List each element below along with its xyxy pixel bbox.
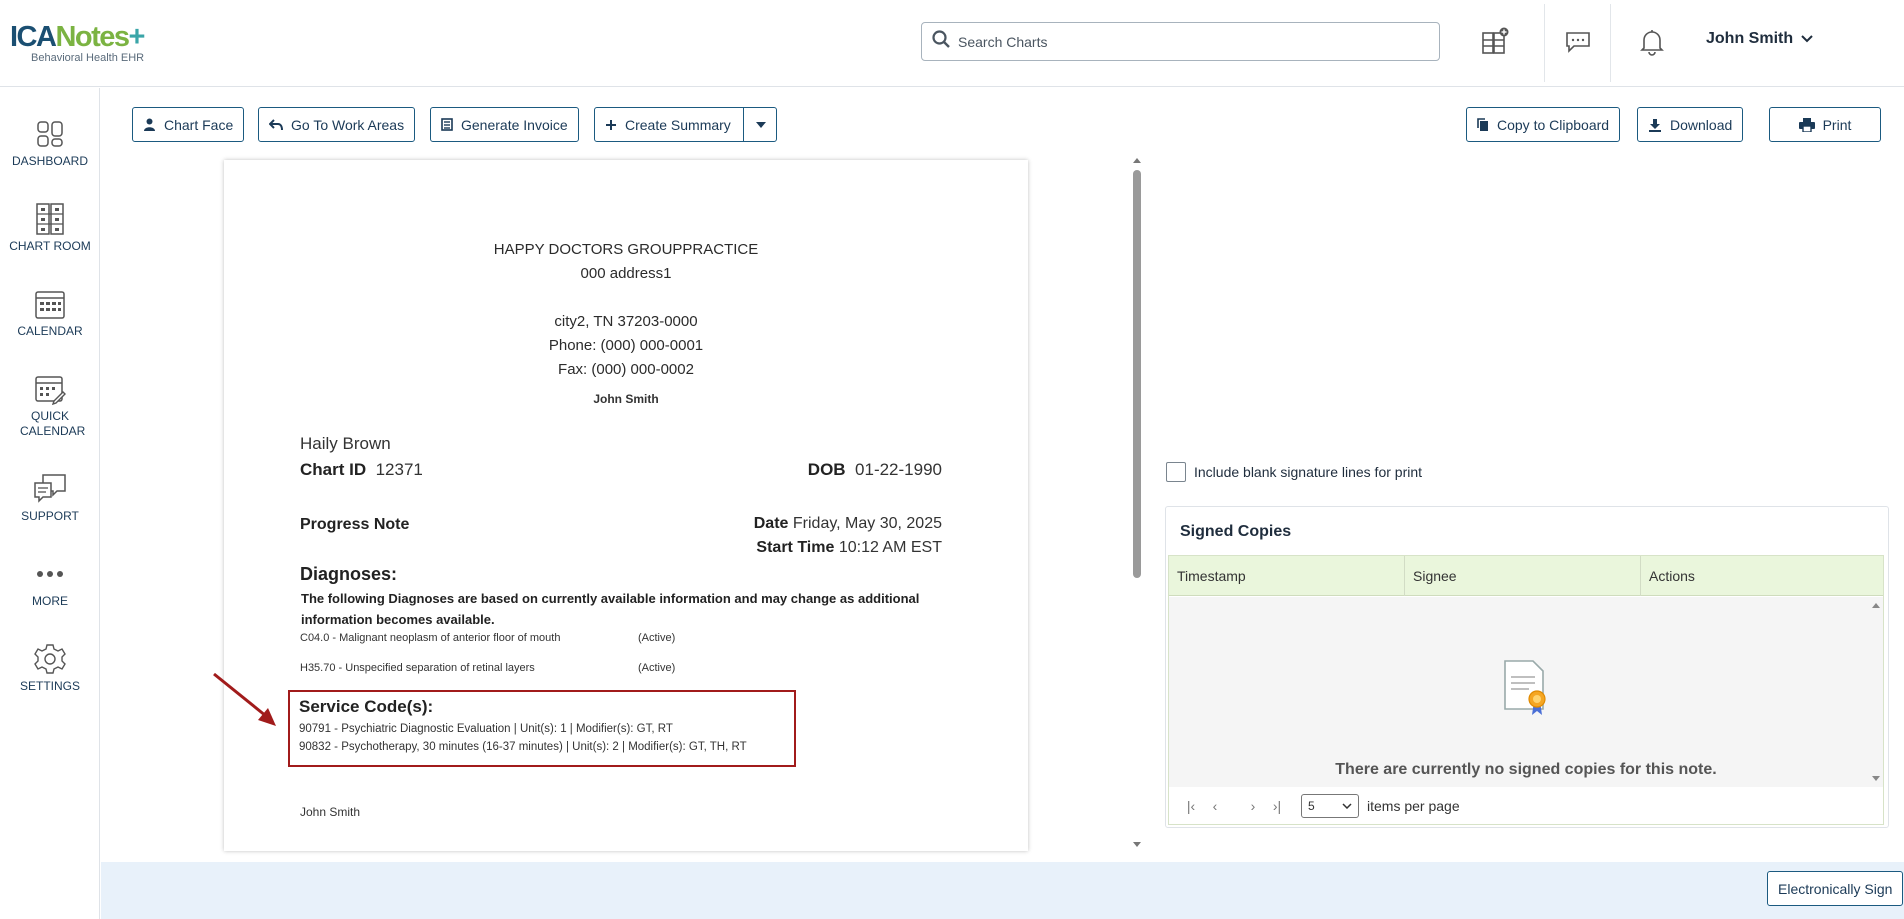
chevron-down-icon bbox=[1801, 35, 1813, 43]
dashboard-icon bbox=[0, 116, 100, 152]
bell-icon[interactable] bbox=[1632, 22, 1672, 62]
diagnosis-code: H35.70 - Unspecified separation of retin… bbox=[300, 662, 535, 674]
download-icon bbox=[1649, 118, 1661, 132]
signature-name: John Smith bbox=[300, 805, 361, 819]
next-page-icon[interactable]: › bbox=[1241, 794, 1265, 818]
practice-fax: Fax: (000) 000-0002 bbox=[558, 361, 694, 378]
practice-city: city2, TN 37203-0000 bbox=[554, 313, 698, 330]
bottom-action-bar bbox=[101, 862, 1904, 919]
diagnoses-note: The following Diagnoses are based on cur… bbox=[301, 591, 920, 627]
search-icon bbox=[932, 30, 950, 53]
person-icon bbox=[144, 118, 155, 131]
grid-scroll-down-icon[interactable] bbox=[1871, 775, 1881, 783]
note-preview: HAPPY DOCTORS GROUPPRACTICE 000 address1… bbox=[224, 160, 1028, 851]
quick-calendar-icon bbox=[0, 371, 100, 407]
scrollbar-thumb[interactable] bbox=[1133, 170, 1141, 578]
include-blank-signature-option[interactable]: Include blank signature lines for print bbox=[1166, 462, 1422, 482]
go-to-work-areas-button[interactable]: Go To Work Areas bbox=[258, 107, 416, 142]
caret-down-icon bbox=[755, 121, 766, 128]
note-type: Progress Note bbox=[300, 516, 410, 533]
sidebar-item-settings[interactable]: SETTINGS bbox=[0, 641, 100, 694]
practice-phone: Phone: (000) 000-0001 bbox=[548, 337, 704, 354]
sidebar-item-support[interactable]: SUPPORT bbox=[0, 471, 100, 524]
signed-copies-grid: Timestamp Signee Actions There are curre… bbox=[1168, 555, 1884, 825]
calendar-icon bbox=[0, 286, 100, 322]
sidebar-item-calendar[interactable]: CALENDAR bbox=[0, 286, 100, 339]
user-menu[interactable]: John Smith bbox=[1706, 30, 1813, 48]
more-icon bbox=[0, 556, 100, 592]
items-per-page-label: items per page bbox=[1367, 798, 1460, 814]
back-arrow-icon bbox=[269, 118, 283, 130]
invoice-icon bbox=[441, 118, 453, 131]
last-page-icon[interactable]: ›| bbox=[1265, 794, 1289, 818]
column-header-actions[interactable]: Actions bbox=[1641, 556, 1877, 596]
create-summary-button[interactable]: Create Summary bbox=[594, 107, 777, 142]
scroll-up-icon[interactable] bbox=[1130, 155, 1144, 165]
messages-icon[interactable] bbox=[1558, 22, 1598, 62]
chart-room-add-icon[interactable] bbox=[1475, 22, 1515, 62]
previous-page-icon[interactable]: ‹ bbox=[1203, 794, 1227, 818]
service-codes-highlight: Service Code(s): 90791 - Psychiatric Dia… bbox=[288, 690, 796, 767]
plus-icon bbox=[606, 119, 616, 130]
date-of-birth: DOB 01-22-1990 bbox=[807, 460, 942, 479]
practice-address: 000 address1 bbox=[580, 265, 672, 282]
diagnosis-status: (Active) bbox=[638, 632, 676, 644]
service-codes-title: Service Code(s): bbox=[299, 697, 434, 716]
chart-id: Chart ID 12371 bbox=[300, 460, 423, 479]
search-input[interactable] bbox=[958, 33, 1398, 50]
sidebar: DASHBOARD CHART ROOM CALENDAR QUICK CALE… bbox=[0, 88, 100, 919]
practice-name: HAPPY DOCTORS GROUPPRACTICE bbox=[493, 241, 759, 258]
certificate-icon bbox=[1504, 660, 1546, 715]
create-summary-dropdown[interactable] bbox=[742, 108, 776, 141]
signed-copies-panel: Signed Copies Timestamp Signee Actions T… bbox=[1165, 506, 1889, 828]
generate-invoice-button[interactable]: Generate Invoice bbox=[430, 107, 579, 142]
user-name: John Smith bbox=[1706, 30, 1794, 47]
gear-icon bbox=[0, 641, 100, 677]
electronically-sign-button[interactable]: Electronically Sign bbox=[1767, 871, 1904, 906]
note-date: Date Friday, May 30, 2025 bbox=[753, 515, 942, 532]
chart-room-icon bbox=[0, 201, 100, 237]
signed-copies-title: Signed Copies bbox=[1180, 523, 1292, 540]
note-start-time: Start Time 10:12 AM EST bbox=[756, 539, 942, 556]
diagnoses-title: Diagnoses: bbox=[300, 564, 398, 584]
printer-icon bbox=[1798, 117, 1815, 132]
scroll-down-icon[interactable] bbox=[1130, 840, 1144, 850]
header-divider bbox=[1610, 4, 1611, 82]
support-icon bbox=[0, 471, 100, 507]
copy-icon bbox=[1477, 117, 1488, 131]
annotation-arrow-icon bbox=[213, 672, 276, 726]
diagnosis-status: (Active) bbox=[638, 662, 676, 674]
download-button[interactable]: Download bbox=[1637, 107, 1744, 142]
header-divider bbox=[1544, 4, 1545, 82]
top-header: ICANotes+ Behavioral Health EHR John Smi… bbox=[0, 0, 1904, 87]
empty-state-message: There are currently no signed copies for… bbox=[1335, 761, 1717, 778]
document-scrollbar[interactable] bbox=[1130, 155, 1144, 850]
include-blank-checkbox[interactable] bbox=[1166, 462, 1186, 482]
service-code-line: 90832 - Psychotherapy, 30 minutes (16-37… bbox=[299, 741, 747, 753]
grid-body: There are currently no signed copies for… bbox=[1169, 597, 1883, 787]
app-logo[interactable]: ICANotes+ Behavioral Health EHR bbox=[10, 21, 146, 64]
print-button[interactable]: Print bbox=[1769, 107, 1881, 142]
service-code-line: 90791 - Psychiatric Diagnostic Evaluatio… bbox=[299, 723, 673, 735]
logo-wordmark: ICANotes+ bbox=[10, 21, 146, 53]
pagination: |‹ ‹ › ›| 5 items per page bbox=[1169, 788, 1883, 824]
grid-header: Timestamp Signee Actions bbox=[1169, 556, 1883, 596]
logo-subtitle: Behavioral Health EHR bbox=[31, 52, 145, 64]
page-size-select[interactable]: 5 bbox=[1301, 794, 1359, 818]
column-header-signee[interactable]: Signee bbox=[1405, 556, 1641, 596]
patient-name: Haily Brown bbox=[300, 434, 391, 453]
sidebar-item-chart-room[interactable]: CHART ROOM bbox=[0, 201, 100, 254]
column-header-timestamp[interactable]: Timestamp bbox=[1169, 556, 1405, 596]
chart-face-button[interactable]: Chart Face bbox=[132, 107, 245, 142]
grid-scroll-up-icon[interactable] bbox=[1871, 601, 1881, 609]
sidebar-item-quick-calendar[interactable]: QUICK CALENDAR bbox=[0, 371, 100, 439]
search-box[interactable] bbox=[921, 22, 1440, 61]
sidebar-item-dashboard[interactable]: DASHBOARD bbox=[0, 116, 100, 169]
provider-name: John Smith bbox=[593, 392, 659, 406]
copy-to-clipboard-button[interactable]: Copy to Clipboard bbox=[1466, 107, 1621, 142]
first-page-icon[interactable]: |‹ bbox=[1179, 794, 1203, 818]
sidebar-item-more[interactable]: MORE bbox=[0, 556, 100, 609]
chevron-down-icon bbox=[1342, 803, 1352, 809]
diagnosis-code: C04.0 - Malignant neoplasm of anterior f… bbox=[300, 632, 561, 644]
